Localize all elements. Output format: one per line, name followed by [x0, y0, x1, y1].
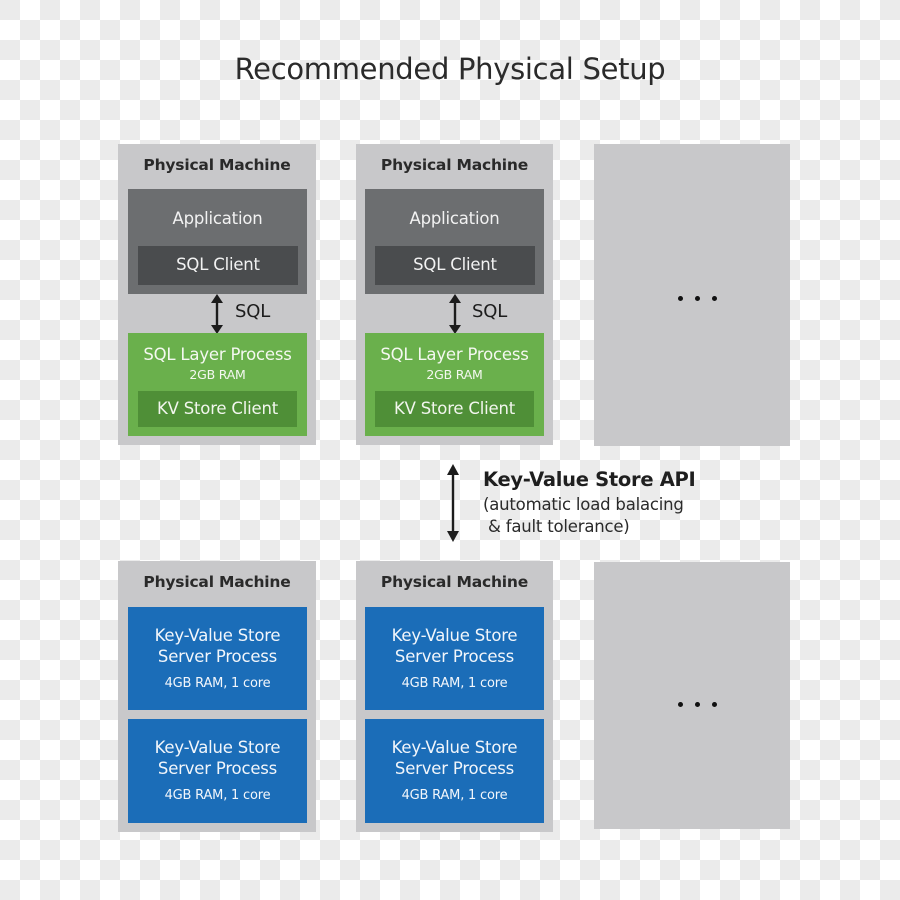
physical-machine-bottom-1: Physical Machine Key-Value Store Server …: [118, 561, 316, 832]
sql-connector-label: SQL: [472, 301, 508, 322]
application-label: Application: [172, 209, 263, 228]
kv-server-title: Key-Value Store Server Process: [365, 737, 544, 779]
physical-machine-top-1: Physical Machine Application SQL Client …: [118, 144, 316, 445]
sql-layer-memory: 2GB RAM: [189, 367, 246, 382]
kv-store-client-box: KV Store Client: [375, 391, 534, 427]
kv-server-title-line1: Key-Value Store: [391, 738, 518, 757]
sql-arrow-icon: [211, 294, 223, 334]
sql-layer-process-box: SQL Layer Process 2GB RAM KV Store Clien…: [365, 333, 544, 436]
physical-machine-bottom-2: Physical Machine Key-Value Store Server …: [356, 561, 553, 832]
sql-client-box: SQL Client: [138, 246, 298, 285]
more-machines-top: [594, 144, 790, 446]
sql-layer-memory: 2GB RAM: [426, 367, 483, 382]
kv-server-title: Key-Value Store Server Process: [128, 625, 307, 667]
sql-layer-process-box: SQL Layer Process 2GB RAM KV Store Clien…: [128, 333, 307, 436]
kv-server-spec: 4GB RAM, 1 core: [164, 676, 271, 691]
kv-store-client-box: KV Store Client: [138, 391, 297, 427]
kv-server-spec: 4GB RAM, 1 core: [164, 788, 271, 803]
kv-api-arrow-icon: [447, 464, 459, 542]
kv-server-spec: 4GB RAM, 1 core: [401, 788, 508, 803]
kv-server-process-box: Key-Value Store Server Process 4GB RAM, …: [365, 719, 544, 823]
sql-client-box: SQL Client: [375, 246, 535, 285]
kv-server-title-line2: Server Process: [157, 759, 278, 778]
kv-api-desc-line2: & fault tolerance): [483, 517, 630, 536]
application-box: Application SQL Client: [128, 189, 307, 294]
kv-server-title-line2: Server Process: [394, 647, 515, 666]
physical-machine-top-2: Physical Machine Application SQL Client …: [356, 144, 553, 445]
kv-server-process-box: Key-Value Store Server Process 4GB RAM, …: [365, 607, 544, 710]
more-machines-bottom: [594, 562, 790, 829]
kv-server-title-line1: Key-Value Store: [154, 626, 281, 645]
kv-server-process-box: Key-Value Store Server Process 4GB RAM, …: [128, 607, 307, 710]
kv-server-spec: 4GB RAM, 1 core: [401, 676, 508, 691]
machine-label: Physical Machine: [380, 573, 529, 591]
sql-layer-title: SQL Layer Process: [380, 345, 529, 364]
kv-api-title: Key-Value Store API: [483, 468, 696, 491]
application-label: Application: [409, 209, 500, 228]
kv-server-title: Key-Value Store Server Process: [365, 625, 544, 667]
kv-server-title-line2: Server Process: [394, 759, 515, 778]
machine-label: Physical Machine: [143, 573, 291, 591]
sql-arrow-icon: [449, 294, 461, 334]
kv-server-title-line1: Key-Value Store: [154, 738, 281, 757]
application-box: Application SQL Client: [365, 189, 544, 294]
kv-server-title-line2: Server Process: [157, 647, 278, 666]
diagram-title: Recommended Physical Setup: [234, 52, 666, 86]
kv-server-process-box: Key-Value Store Server Process 4GB RAM, …: [128, 719, 307, 823]
machine-label: Physical Machine: [380, 156, 529, 174]
kv-api-desc-line1: (automatic load balacing: [483, 495, 684, 514]
machine-label: Physical Machine: [143, 156, 291, 174]
kv-server-title: Key-Value Store Server Process: [128, 737, 307, 779]
sql-layer-title: SQL Layer Process: [143, 345, 292, 364]
sql-connector-label: SQL: [235, 301, 271, 322]
kv-server-title-line1: Key-Value Store: [391, 626, 518, 645]
